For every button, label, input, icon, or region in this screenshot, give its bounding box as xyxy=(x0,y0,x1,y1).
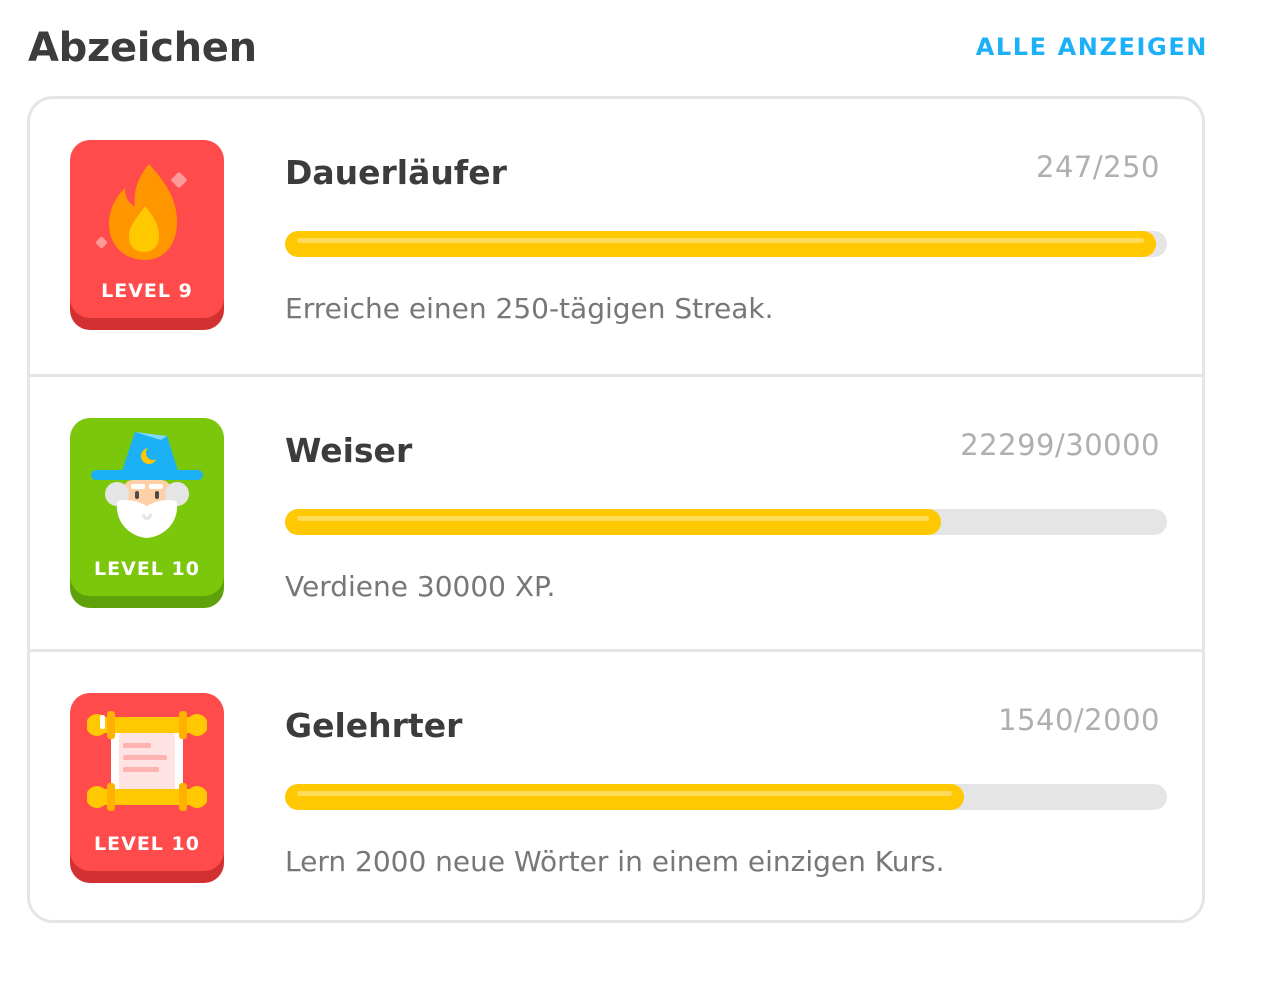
badge-streak[interactable]: LEVEL 9 xyxy=(70,140,224,330)
badge-progress-count: 22299/30000 xyxy=(960,428,1160,462)
badge-progress-count: 247/250 xyxy=(1036,150,1160,184)
flame-icon xyxy=(95,164,187,260)
wizard-icon xyxy=(91,432,203,538)
progress-bar xyxy=(285,784,1167,810)
badges-card: LEVEL 9 Dauerläufer 247/250 Erreiche ein… xyxy=(27,96,1205,923)
section-title: Abzeichen xyxy=(28,25,257,71)
progress-bar xyxy=(285,509,1167,535)
badge-name: Gelehrter xyxy=(285,706,463,745)
progress-bar xyxy=(285,231,1167,257)
progress-bar-shine xyxy=(297,791,953,796)
see-all-link[interactable]: ALLE ANZEIGEN xyxy=(976,32,1208,62)
badge-row-streak[interactable]: LEVEL 9 Dauerläufer 247/250 Erreiche ein… xyxy=(30,99,1202,374)
badge-name: Weiser xyxy=(285,431,413,470)
badge-scroll[interactable]: LEVEL 10 xyxy=(70,693,224,883)
badge-description: Erreiche einen 250-tägigen Streak. xyxy=(285,292,774,325)
progress-bar-fill xyxy=(285,784,965,810)
badge-level-label: LEVEL 10 xyxy=(94,833,200,855)
badge-row-xp[interactable]: LEVEL 10 Weiser 22299/30000 Verdiene 300… xyxy=(30,377,1202,652)
badge-description: Lern 2000 neue Wörter in einem einzigen … xyxy=(285,845,945,878)
badge-row-words[interactable]: LEVEL 10 Gelehrter 1540/2000 Lern 2000 n… xyxy=(30,652,1202,920)
badge-description: Verdiene 30000 XP. xyxy=(285,570,556,603)
progress-bar-fill xyxy=(285,231,1157,257)
badge-level-label: LEVEL 10 xyxy=(94,558,200,580)
progress-bar-shine xyxy=(297,516,929,521)
scroll-icon xyxy=(87,711,207,811)
progress-bar-fill xyxy=(285,509,941,535)
badge-progress-count: 1540/2000 xyxy=(998,703,1160,737)
progress-bar-shine xyxy=(297,238,1145,243)
badge-name: Dauerläufer xyxy=(285,153,507,192)
badge-wizard[interactable]: LEVEL 10 xyxy=(70,418,224,608)
badges-header: Abzeichen ALLE ANZEIGEN xyxy=(28,20,1208,76)
badge-level-label: LEVEL 9 xyxy=(101,280,193,302)
